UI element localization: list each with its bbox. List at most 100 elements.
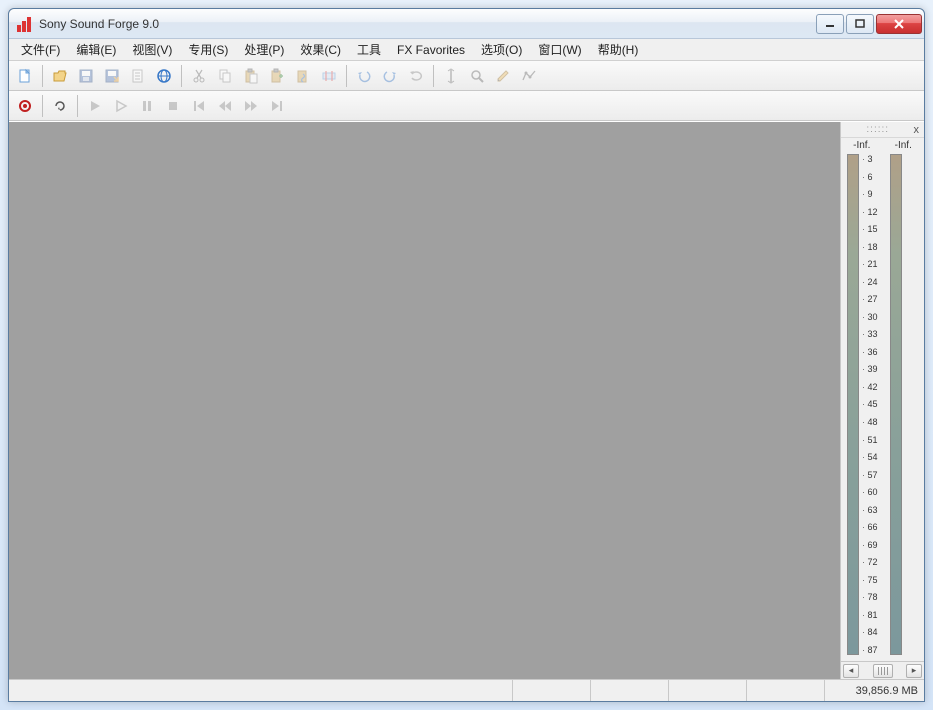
- status-cell-2: [590, 680, 668, 701]
- meter-scale: 3691215182124273033363942454851545760636…: [859, 154, 883, 655]
- meter-tick: 9: [862, 189, 881, 199]
- goend-icon[interactable]: [265, 94, 289, 118]
- meter-grip-icon: ::::::: [844, 124, 912, 135]
- play-icon[interactable]: [83, 94, 107, 118]
- record-icon[interactable]: [13, 94, 37, 118]
- menu-file[interactable]: 文件(F): [13, 39, 68, 60]
- envelope-icon[interactable]: [517, 64, 541, 88]
- trim-icon[interactable]: [317, 64, 341, 88]
- meter-left-channel[interactable]: -Inf. 3691215182124273033363942454851545…: [841, 138, 883, 661]
- repeat-icon[interactable]: [404, 64, 428, 88]
- playall-icon[interactable]: [109, 94, 133, 118]
- saveas-icon[interactable]: [100, 64, 124, 88]
- meter-tick: 48: [862, 417, 881, 427]
- minimize-button[interactable]: [816, 14, 844, 34]
- meter-tick: 69: [862, 540, 881, 550]
- app-icon: [17, 16, 33, 32]
- meter-scrollbar[interactable]: ◂ ▸: [841, 661, 924, 679]
- menu-effects[interactable]: 效果(C): [292, 39, 349, 60]
- menu-fxfavorites[interactable]: FX Favorites: [389, 41, 473, 59]
- meter-right-channel[interactable]: -Inf.: [883, 138, 925, 661]
- save-icon[interactable]: [74, 64, 98, 88]
- meter-tick: 15: [862, 224, 881, 234]
- meter-tick: 63: [862, 505, 881, 515]
- meter-close-button[interactable]: x: [912, 124, 922, 136]
- meter-tick: 84: [862, 627, 881, 637]
- copy-icon[interactable]: [213, 64, 237, 88]
- pause-icon[interactable]: [135, 94, 159, 118]
- pencil-icon[interactable]: [491, 64, 515, 88]
- rewind-icon[interactable]: [213, 94, 237, 118]
- status-cell-4: [746, 680, 824, 701]
- meter-tick: 30: [862, 312, 881, 322]
- meter-tick: 33: [862, 329, 881, 339]
- scroll-thumb[interactable]: [873, 664, 893, 678]
- redo-icon[interactable]: [378, 64, 402, 88]
- meter-tick: 42: [862, 382, 881, 392]
- gostart-icon[interactable]: [187, 94, 211, 118]
- canvas-area[interactable]: [9, 122, 840, 679]
- meter-tick: 18: [862, 242, 881, 252]
- status-cell-3: [668, 680, 746, 701]
- menu-window[interactable]: 窗口(W): [530, 39, 589, 60]
- meter-tick: 81: [862, 610, 881, 620]
- meter-tick: 6: [862, 172, 881, 182]
- statusbar: 39,856.9 MB: [9, 679, 924, 701]
- open-icon[interactable]: [48, 64, 72, 88]
- menu-edit[interactable]: 编辑(E): [68, 39, 124, 60]
- meter-right-label: -Inf.: [895, 140, 912, 154]
- menu-options[interactable]: 选项(O): [473, 39, 530, 60]
- meter-tick: 36: [862, 347, 881, 357]
- meter-tick: 87: [862, 645, 881, 655]
- menu-process[interactable]: 处理(P): [236, 39, 292, 60]
- meter-tick: 57: [862, 470, 881, 480]
- meter-tick: 24: [862, 277, 881, 287]
- status-spacer: [9, 680, 512, 701]
- loop-icon[interactable]: [48, 94, 72, 118]
- meter-tick: 3: [862, 154, 881, 164]
- workspace: :::::: x -Inf. 3691215182124273033363942…: [9, 121, 924, 679]
- meter-tick: 12: [862, 207, 881, 217]
- maximize-button[interactable]: [846, 14, 874, 34]
- meter-tick: 75: [862, 575, 881, 585]
- meter-tick: 72: [862, 557, 881, 567]
- meter-left-bar: [847, 154, 859, 655]
- meter-tick: 39: [862, 364, 881, 374]
- titlebar[interactable]: Sony Sound Forge 9.0: [9, 9, 924, 39]
- edittool-icon[interactable]: [439, 64, 463, 88]
- stop-icon[interactable]: [161, 94, 185, 118]
- new-icon[interactable]: [13, 64, 37, 88]
- menu-tools[interactable]: 工具: [349, 39, 389, 60]
- meter-tick: 21: [862, 259, 881, 269]
- scroll-left-icon[interactable]: ◂: [843, 664, 859, 678]
- mix-icon[interactable]: [291, 64, 315, 88]
- menu-special[interactable]: 专用(S): [180, 39, 236, 60]
- meter-tick: 51: [862, 435, 881, 445]
- window-controls: [816, 14, 922, 34]
- window-title: Sony Sound Forge 9.0: [39, 17, 816, 31]
- pastenew-icon[interactable]: [265, 64, 289, 88]
- properties-icon[interactable]: [126, 64, 150, 88]
- meter-header[interactable]: :::::: x: [841, 122, 924, 138]
- menu-view[interactable]: 视图(V): [124, 39, 180, 60]
- meter-tick: 66: [862, 522, 881, 532]
- meter-tick: 54: [862, 452, 881, 462]
- level-meter-panel: :::::: x -Inf. 3691215182124273033363942…: [840, 122, 924, 679]
- meter-body: -Inf. 3691215182124273033363942454851545…: [841, 138, 924, 661]
- meter-tick: 78: [862, 592, 881, 602]
- magnify-icon[interactable]: [465, 64, 489, 88]
- main-toolbar: [9, 61, 924, 91]
- forward-icon[interactable]: [239, 94, 263, 118]
- menu-help[interactable]: 帮助(H): [590, 39, 647, 60]
- undo-icon[interactable]: [352, 64, 376, 88]
- meter-tick: 27: [862, 294, 881, 304]
- web-icon[interactable]: [152, 64, 176, 88]
- meter-left-label: -Inf.: [853, 140, 870, 154]
- cut-icon[interactable]: [187, 64, 211, 88]
- close-button[interactable]: [876, 14, 922, 34]
- scroll-right-icon[interactable]: ▸: [906, 664, 922, 678]
- status-cell-1: [512, 680, 590, 701]
- menubar: 文件(F) 编辑(E) 视图(V) 专用(S) 处理(P) 效果(C) 工具 F…: [9, 39, 924, 61]
- paste-icon[interactable]: [239, 64, 263, 88]
- transport-toolbar: [9, 91, 924, 121]
